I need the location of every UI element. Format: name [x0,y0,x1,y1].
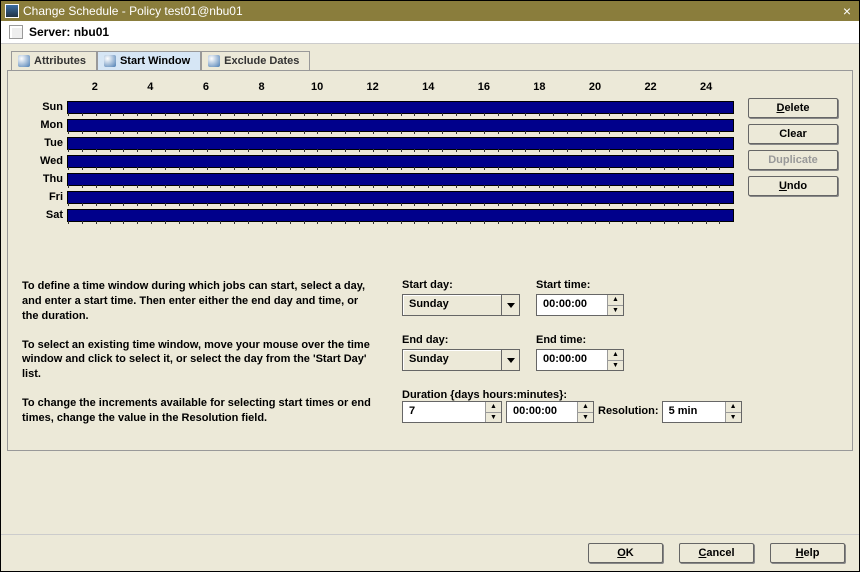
spinner-down-icon[interactable]: ▼ [578,413,593,423]
spinner-up-icon[interactable]: ▲ [726,402,741,413]
resolution-spinner[interactable]: 5 min ▲▼ [662,401,742,423]
server-value: nbu01 [74,25,109,39]
duration-time-value: 00:00:00 [507,402,577,422]
ok-button[interactable]: OK [588,543,663,563]
tab-attributes-label: Attributes [34,55,86,67]
tab-strip: Attributes Start Window Exclude Dates [11,50,310,69]
hour-tick: 18 [512,81,568,98]
day-labels: SunMonTueWedThuFriSat [22,81,67,224]
attributes-icon [18,55,30,67]
spinner-down-icon[interactable]: ▼ [726,413,741,423]
end-time-label: End time: [536,334,624,346]
spinner-up-icon[interactable]: ▲ [486,402,501,413]
instructions: To define a time window during which job… [22,279,372,440]
start-day-label: Start day: [402,279,520,291]
hour-header: 24681012141618202224 [67,81,734,98]
end-time-spinner[interactable]: 00:00:00 ▲▼ [536,349,624,371]
schedule-grid[interactable]: 24681012141618202224 [67,81,738,224]
chevron-down-icon[interactable] [501,295,519,315]
undo-button[interactable]: Undo [748,176,838,196]
spinner-down-icon[interactable]: ▼ [608,306,623,316]
hour-tick: 2 [67,81,123,98]
spinner-up-icon[interactable]: ▲ [578,402,593,413]
titlebar: Change Schedule - Policy test01@nbu01 × [1,1,859,21]
schedule-day-row[interactable] [67,152,734,170]
tab-start-window[interactable]: Start Window [97,51,201,70]
schedule-day-row[interactable] [67,116,734,134]
schedule-day-row[interactable] [67,134,734,152]
day-label: Tue [22,134,63,152]
start-day-select[interactable]: Sunday [402,294,520,316]
instruction-2: To select an existing time window, move … [22,338,372,383]
end-day-select[interactable]: Sunday [402,349,520,371]
day-label: Wed [22,152,63,170]
duration-time-spinner[interactable]: 00:00:00 ▲▼ [506,401,594,423]
hour-tick: 16 [456,81,512,98]
day-label: Sat [22,206,63,224]
tab-attributes[interactable]: Attributes [11,51,97,70]
schedule-day-row[interactable] [67,188,734,206]
spinner-up-icon[interactable]: ▲ [608,295,623,306]
end-time-value: 00:00:00 [537,350,607,370]
instruction-3: To change the increments available for s… [22,396,372,426]
resolution-value: 5 min [663,402,725,422]
delete-button[interactable]: Delete [748,98,838,118]
clear-button[interactable]: Clear [748,124,838,144]
duration-days-spinner[interactable]: 7 ▲▼ [402,401,502,423]
cancel-button[interactable]: Cancel [679,543,754,563]
help-button[interactable]: Help [770,543,845,563]
hour-tick: 6 [178,81,234,98]
schedule-day-row[interactable] [67,98,734,116]
instruction-1: To define a time window during which job… [22,279,372,324]
exclude-dates-icon [208,55,220,67]
server-icon [9,25,23,39]
resolution-label: Resolution: [598,405,659,417]
start-time-value: 00:00:00 [537,295,607,315]
start-day-value: Sunday [403,295,501,315]
tab-exclude-dates[interactable]: Exclude Dates [201,51,310,70]
spinner-down-icon[interactable]: ▼ [608,361,623,371]
hour-tick: 10 [289,81,345,98]
hour-tick: 22 [623,81,679,98]
spinner-down-icon[interactable]: ▼ [486,413,501,423]
start-time-spinner[interactable]: 00:00:00 ▲▼ [536,294,624,316]
duration-label: Duration {days hours:minutes}: [402,389,567,401]
server-row: Server: nbu01 [1,21,859,44]
spinner-up-icon[interactable]: ▲ [608,350,623,361]
hour-tick: 12 [345,81,401,98]
start-time-label: Start time: [536,279,624,291]
chevron-down-icon[interactable] [501,350,519,370]
schedule-day-row[interactable] [67,170,734,188]
duplicate-button: Duplicate [748,150,838,170]
hour-tick: 24 [678,81,734,98]
day-label: Mon [22,116,63,134]
schedule-day-row[interactable] [67,206,734,224]
day-label: Fri [22,188,63,206]
end-day-label: End day: [402,334,520,346]
app-icon [5,4,19,18]
close-icon[interactable]: × [839,3,855,19]
duration-days-value: 7 [403,402,485,422]
tab-start-window-label: Start Window [120,55,190,67]
hour-tick: 20 [567,81,623,98]
window-title: Change Schedule - Policy test01@nbu01 [23,4,839,18]
hour-tick: 14 [400,81,456,98]
hour-tick: 4 [123,81,179,98]
hour-tick: 8 [234,81,290,98]
tab-exclude-dates-label: Exclude Dates [224,55,299,67]
day-label: Sun [22,98,63,116]
day-label: Thu [22,170,63,188]
server-label: Server: [29,25,70,39]
start-window-icon [104,55,116,67]
end-day-value: Sunday [403,350,501,370]
